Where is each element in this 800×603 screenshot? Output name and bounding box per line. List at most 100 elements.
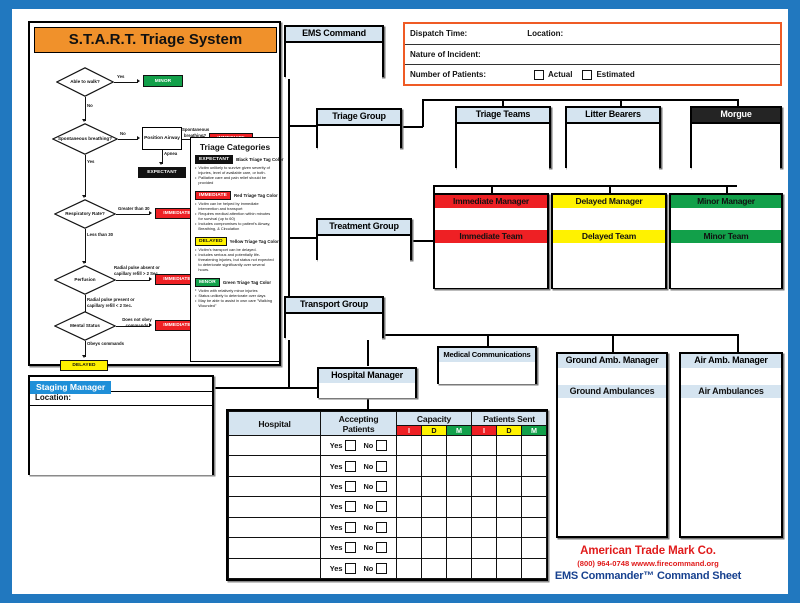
cell-accepting-patients[interactable]: Yes No [320, 475, 397, 498]
table-row[interactable]: Yes No [228, 455, 548, 477]
cell-hospital-name[interactable] [228, 537, 321, 559]
box-air-ambulance[interactable]: Air Amb. Manager Air Ambulances [679, 352, 783, 538]
yes-checkbox[interactable] [345, 460, 357, 472]
cell-capacity-i[interactable] [396, 516, 422, 539]
cell-capacity-d[interactable] [421, 557, 447, 580]
box-immediate[interactable]: Immediate Manager Immediate Team [433, 193, 549, 289]
dispatch-time-row[interactable]: Dispatch Time: Location: [405, 24, 780, 45]
yes-checkbox[interactable] [345, 440, 357, 452]
estimated-checkbox-group[interactable]: Estimated [582, 69, 635, 80]
box-triage-teams-body[interactable] [457, 124, 549, 170]
cell-accepting-patients[interactable]: Yes No [320, 434, 397, 457]
cell-sent-d[interactable] [496, 434, 523, 457]
actual-checkbox-group[interactable]: Actual [534, 69, 572, 80]
box-hospital-manager[interactable]: Hospital Manager [317, 367, 417, 398]
cell-accepting-patients[interactable]: Yes No [320, 537, 397, 559]
cell-capacity-i[interactable] [396, 455, 422, 477]
box-ground-amb-manager-body[interactable] [558, 368, 666, 385]
dispatch-form[interactable]: Dispatch Time: Location: Nature of Incid… [403, 22, 782, 86]
cell-capacity-d[interactable] [421, 496, 447, 518]
cell-capacity-i[interactable] [396, 557, 422, 580]
box-minor-manager-body[interactable] [671, 208, 781, 230]
table-row[interactable]: Yes No [228, 537, 548, 559]
hospital-table[interactable]: Hospital Accepting Patients Capacity Pat… [226, 409, 548, 581]
box-staging-manager[interactable]: Staging Manager Location: [28, 375, 214, 475]
yes-checkbox[interactable] [345, 501, 357, 513]
no-checkbox[interactable] [376, 562, 388, 574]
table-row[interactable]: Yes No [228, 475, 548, 498]
cell-capacity-i[interactable] [396, 496, 422, 518]
cell-sent-m[interactable] [521, 455, 548, 477]
cell-capacity-m[interactable] [445, 496, 473, 518]
cell-sent-m[interactable] [521, 475, 548, 498]
cell-capacity-i[interactable] [396, 475, 422, 498]
table-row[interactable]: Yes No [228, 516, 548, 539]
yes-checkbox[interactable] [345, 521, 357, 533]
no-checkbox[interactable] [376, 521, 388, 533]
box-litter-bearers[interactable]: Litter Bearers [565, 106, 661, 170]
cell-sent-i[interactable] [471, 537, 498, 559]
cell-hospital-name[interactable] [228, 434, 321, 457]
cell-hospital-name[interactable] [228, 475, 321, 498]
box-air-amb-manager-body[interactable] [681, 368, 781, 385]
actual-checkbox[interactable] [534, 69, 545, 80]
cell-capacity-d[interactable] [421, 455, 447, 477]
no-checkbox[interactable] [376, 460, 388, 472]
box-medical-communications-body[interactable] [439, 362, 535, 384]
cell-accepting-patients[interactable]: Yes No [320, 557, 397, 580]
cell-sent-i[interactable] [471, 434, 498, 457]
cell-capacity-i[interactable] [396, 537, 422, 559]
cell-sent-d[interactable] [496, 455, 523, 477]
box-litter-bearers-body[interactable] [567, 124, 659, 170]
table-row[interactable]: Yes No [228, 557, 548, 580]
cell-hospital-name[interactable] [228, 557, 321, 580]
cell-capacity-m[interactable] [445, 537, 473, 559]
box-air-ambulances-body[interactable] [681, 398, 781, 536]
cell-sent-d[interactable] [496, 516, 523, 539]
yes-checkbox[interactable] [345, 481, 357, 493]
cell-capacity-i[interactable] [396, 434, 422, 457]
box-delayed-manager-body[interactable] [553, 208, 665, 230]
cell-sent-i[interactable] [471, 557, 498, 580]
box-triage-group-body[interactable] [318, 126, 400, 150]
box-minor[interactable]: Minor Manager Minor Team [669, 193, 783, 289]
box-morgue-body[interactable] [692, 124, 780, 170]
cell-sent-i[interactable] [471, 455, 498, 477]
cell-hospital-name[interactable] [228, 516, 321, 539]
box-treatment-group-body[interactable] [318, 236, 410, 262]
box-ems-command-body[interactable] [286, 43, 382, 79]
no-checkbox[interactable] [376, 440, 388, 452]
cell-sent-m[interactable] [521, 496, 548, 518]
box-transport-group[interactable]: Transport Group [284, 296, 384, 340]
box-minor-team-body[interactable] [671, 243, 781, 288]
cell-capacity-m[interactable] [445, 434, 473, 457]
no-checkbox[interactable] [376, 501, 388, 513]
cell-capacity-m[interactable] [445, 516, 473, 539]
box-hospital-manager-body[interactable] [319, 383, 415, 398]
cell-capacity-m[interactable] [445, 455, 473, 477]
box-ems-command[interactable]: EMS Command [284, 25, 384, 79]
cell-capacity-m[interactable] [445, 557, 473, 580]
number-of-patients-row[interactable]: Number of Patients: Actual Estimated [405, 65, 780, 85]
box-medical-communications[interactable]: Medical Communications [437, 346, 537, 384]
cell-capacity-d[interactable] [421, 475, 447, 498]
no-checkbox[interactable] [376, 542, 388, 554]
cell-capacity-m[interactable] [445, 475, 473, 498]
cell-hospital-name[interactable] [228, 496, 321, 518]
box-treatment-group[interactable]: Treatment Group [316, 218, 412, 262]
cell-capacity-d[interactable] [421, 516, 447, 539]
cell-accepting-patients[interactable]: Yes No [320, 496, 397, 518]
box-ground-ambulance[interactable]: Ground Amb. Manager Ground Ambulances [556, 352, 668, 538]
cell-capacity-d[interactable] [421, 537, 447, 559]
yes-checkbox[interactable] [345, 562, 357, 574]
box-immediate-manager-body[interactable] [435, 208, 547, 230]
cell-sent-i[interactable] [471, 516, 498, 539]
box-triage-teams[interactable]: Triage Teams [455, 106, 551, 170]
box-delayed-team-body[interactable] [553, 243, 665, 288]
no-checkbox[interactable] [376, 481, 388, 493]
cell-sent-d[interactable] [496, 496, 523, 518]
table-row[interactable]: Yes No [228, 496, 548, 518]
box-triage-group[interactable]: Triage Group [316, 108, 402, 150]
box-morgue[interactable]: Morgue [690, 106, 782, 170]
cell-sent-d[interactable] [496, 475, 523, 498]
